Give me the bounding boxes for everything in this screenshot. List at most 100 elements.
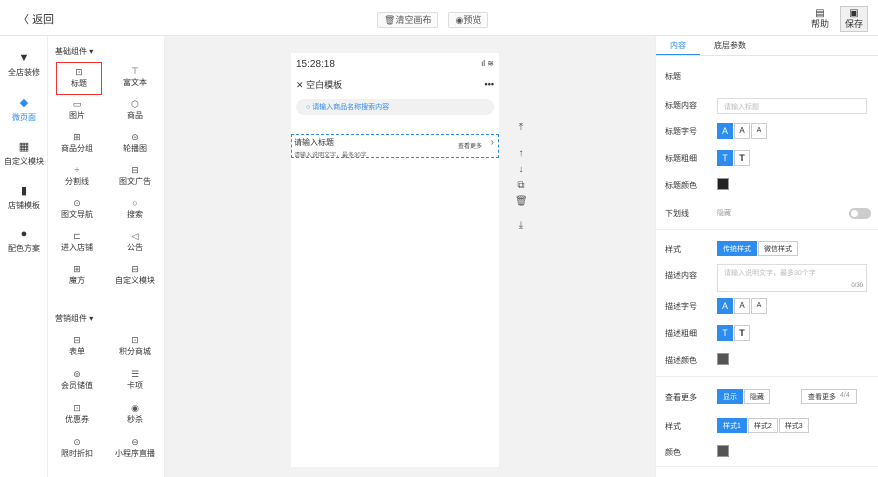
- desc-char-count: 0/30: [851, 283, 863, 289]
- basic-components-header[interactable]: 基础组件 ▾: [48, 36, 164, 62]
- signal-wifi-icon: ıl ≋: [481, 59, 494, 68]
- title-weight-bold[interactable]: T: [734, 150, 750, 166]
- marketing-components-header[interactable]: 营销组件 ▾: [48, 293, 164, 331]
- comp-enter-store[interactable]: ⊏ 进入店铺: [48, 227, 106, 260]
- more-color-picker[interactable]: [717, 445, 729, 457]
- comp-image-ad[interactable]: ⊟ 图文广告: [106, 161, 164, 194]
- more-style-3[interactable]: 样式3: [778, 418, 809, 433]
- divider: [656, 376, 878, 377]
- component-panel: 基础组件 ▾ ⊡ 标题 ⊤ 富文本 ▭ 图片 ⬡ 商品 ⊞ 商品分组 ⊝ 轮播图 ÷ 分割线 …: [48, 36, 165, 477]
- more-color-label: 颜色: [665, 448, 681, 457]
- help-button[interactable]: ▤ 帮助: [806, 6, 834, 32]
- title-size-large[interactable]: A: [717, 123, 733, 139]
- cube-icon: ◆: [19, 97, 29, 109]
- title-color-picker[interactable]: [717, 178, 729, 190]
- move-up-icon[interactable]: ↑: [515, 148, 527, 164]
- underline-value: 隐藏: [717, 210, 731, 217]
- trash-icon: 🗑: [384, 15, 396, 25]
- comp-card[interactable]: ☰ 卡项: [106, 365, 164, 399]
- comp-image[interactable]: ▭ 图片: [48, 95, 106, 128]
- tab-layer-params[interactable]: 底层参数: [700, 36, 760, 55]
- view-more-count: 4/4: [840, 392, 850, 399]
- comp-points-mall[interactable]: ⊡ 积分商城: [106, 331, 164, 365]
- tab-content[interactable]: 内容: [656, 36, 700, 55]
- title-weight-thin[interactable]: T: [717, 150, 733, 166]
- comp-image-nav[interactable]: ⊙ 图文导航: [48, 194, 106, 227]
- title-size-small[interactable]: A: [751, 123, 767, 139]
- save-button[interactable]: ▣ 保存: [840, 6, 868, 32]
- desc-size-large[interactable]: A: [717, 298, 733, 314]
- close-icon[interactable]: ✕: [296, 80, 304, 90]
- comp-rich-text[interactable]: ⊤ 富文本: [106, 62, 164, 95]
- store-icon: ⊏: [73, 231, 81, 241]
- image-icon: ▭: [72, 99, 82, 109]
- style-wechat[interactable]: 微信样式: [758, 241, 798, 256]
- nav-item-custom-module[interactable]: ▦ 自定义模块: [0, 132, 48, 176]
- search-icon: ○: [306, 104, 311, 111]
- title-icon: ⊡: [75, 67, 83, 77]
- nav-item-micro-page[interactable]: ◆ 微页面: [0, 88, 48, 132]
- more-dots-icon[interactable]: •••: [485, 79, 494, 89]
- desc-content-textarea[interactable]: 请输入说明文字，最多30个字 0/30: [717, 264, 867, 292]
- comp-divider[interactable]: ÷ 分割线: [48, 161, 106, 194]
- title-block-desc: 请输入说明文字，最多30字: [294, 153, 367, 159]
- style-label: 样式: [665, 245, 681, 254]
- comp-cube[interactable]: ⊞ 魔方: [48, 260, 106, 293]
- preview-button[interactable]: ◉预览: [448, 12, 489, 28]
- desc-color-label: 描述颜色: [665, 356, 697, 365]
- comp-search[interactable]: ○ 搜索: [106, 194, 164, 227]
- move-down-icon[interactable]: ↓: [515, 164, 527, 180]
- nav-item-color-scheme[interactable]: ● 配色方案: [0, 220, 48, 264]
- comp-limited-discount[interactable]: ⊙ 限时折扣: [48, 433, 106, 467]
- desc-weight-thin[interactable]: T: [717, 325, 733, 341]
- comp-notice[interactable]: ◁ 公告: [106, 227, 164, 260]
- desc-color-picker[interactable]: [717, 353, 729, 365]
- comp-carousel[interactable]: ⊝ 轮播图: [106, 128, 164, 161]
- rich-text-icon: ⊤: [131, 66, 139, 76]
- comp-form[interactable]: ⊟ 表单: [48, 331, 106, 365]
- clear-canvas-button[interactable]: 🗑清空画布: [377, 12, 439, 28]
- phone-header: ✕ 空白模板 •••: [296, 79, 494, 90]
- view-more-hide[interactable]: 隐藏: [744, 389, 770, 404]
- comp-mini-live[interactable]: ⊖ 小程序直播: [106, 433, 164, 467]
- comp-product-group[interactable]: ⊞ 商品分组: [48, 128, 106, 161]
- title-size-medium[interactable]: A: [734, 123, 750, 139]
- move-top-icon[interactable]: ⤒: [515, 122, 527, 138]
- underline-label: 下划线: [665, 209, 689, 218]
- chevron-left-icon: 〈: [18, 14, 33, 26]
- title-block[interactable]: 请输入标题 请输入说明文字，最多30字 查看更多 ›: [291, 134, 499, 159]
- desc-content-label: 描述内容: [665, 271, 697, 280]
- back-button[interactable]: 〈 返回: [18, 11, 54, 27]
- comp-title[interactable]: ⊡ 标题: [56, 62, 102, 95]
- comp-product[interactable]: ⬡ 商品: [106, 95, 164, 128]
- save-icon: ▣: [849, 8, 859, 19]
- style-traditional[interactable]: 传统样式: [717, 241, 757, 256]
- title-content-label: 标题内容: [665, 101, 697, 110]
- comp-member-recharge[interactable]: ⊚ 会员储值: [48, 365, 106, 399]
- title-size-label: 标题字号: [665, 127, 697, 136]
- desc-size-small[interactable]: A: [751, 298, 767, 314]
- more-style-2[interactable]: 样式2: [747, 418, 778, 433]
- underline-toggle[interactable]: [849, 208, 871, 219]
- card-icon: ☰: [130, 369, 140, 379]
- move-bottom-icon[interactable]: ⤓: [515, 220, 527, 236]
- view-more-show[interactable]: 显示: [717, 389, 743, 404]
- compass-icon: ⊙: [73, 198, 81, 208]
- more-style-1[interactable]: 样式1: [717, 418, 747, 433]
- coupon-icon: ⊡: [73, 403, 81, 413]
- desc-size-medium[interactable]: A: [734, 298, 750, 314]
- title-content-input[interactable]: 请输入标题: [717, 98, 867, 114]
- nav-item-store-decor[interactable]: ▼ 全店装修: [0, 44, 48, 88]
- desc-weight-bold[interactable]: T: [734, 325, 750, 341]
- left-nav: ▼ 全店装修 ◆ 微页面 ▦ 自定义模块 ▮ 店铺模板 ● 配色方案: [0, 36, 48, 477]
- speaker-icon: ◁: [131, 231, 139, 241]
- phone-search-bar[interactable]: ○ 请输入商品名称搜索内容: [296, 99, 494, 115]
- title-block-more: 查看更多: [457, 144, 482, 150]
- comp-coupon[interactable]: ⊡ 优惠券: [48, 399, 106, 433]
- comp-custom-module[interactable]: ⊟ 自定义模块: [106, 260, 164, 293]
- view-more-text-button[interactable]: 查看更多 4/4: [801, 389, 857, 404]
- delete-icon[interactable]: 🗑: [515, 196, 528, 212]
- nav-item-store-template[interactable]: ▮ 店铺模板: [0, 176, 48, 220]
- copy-icon[interactable]: ⧉: [515, 180, 527, 196]
- comp-flash-sale[interactable]: ◉ 秒杀: [106, 399, 164, 433]
